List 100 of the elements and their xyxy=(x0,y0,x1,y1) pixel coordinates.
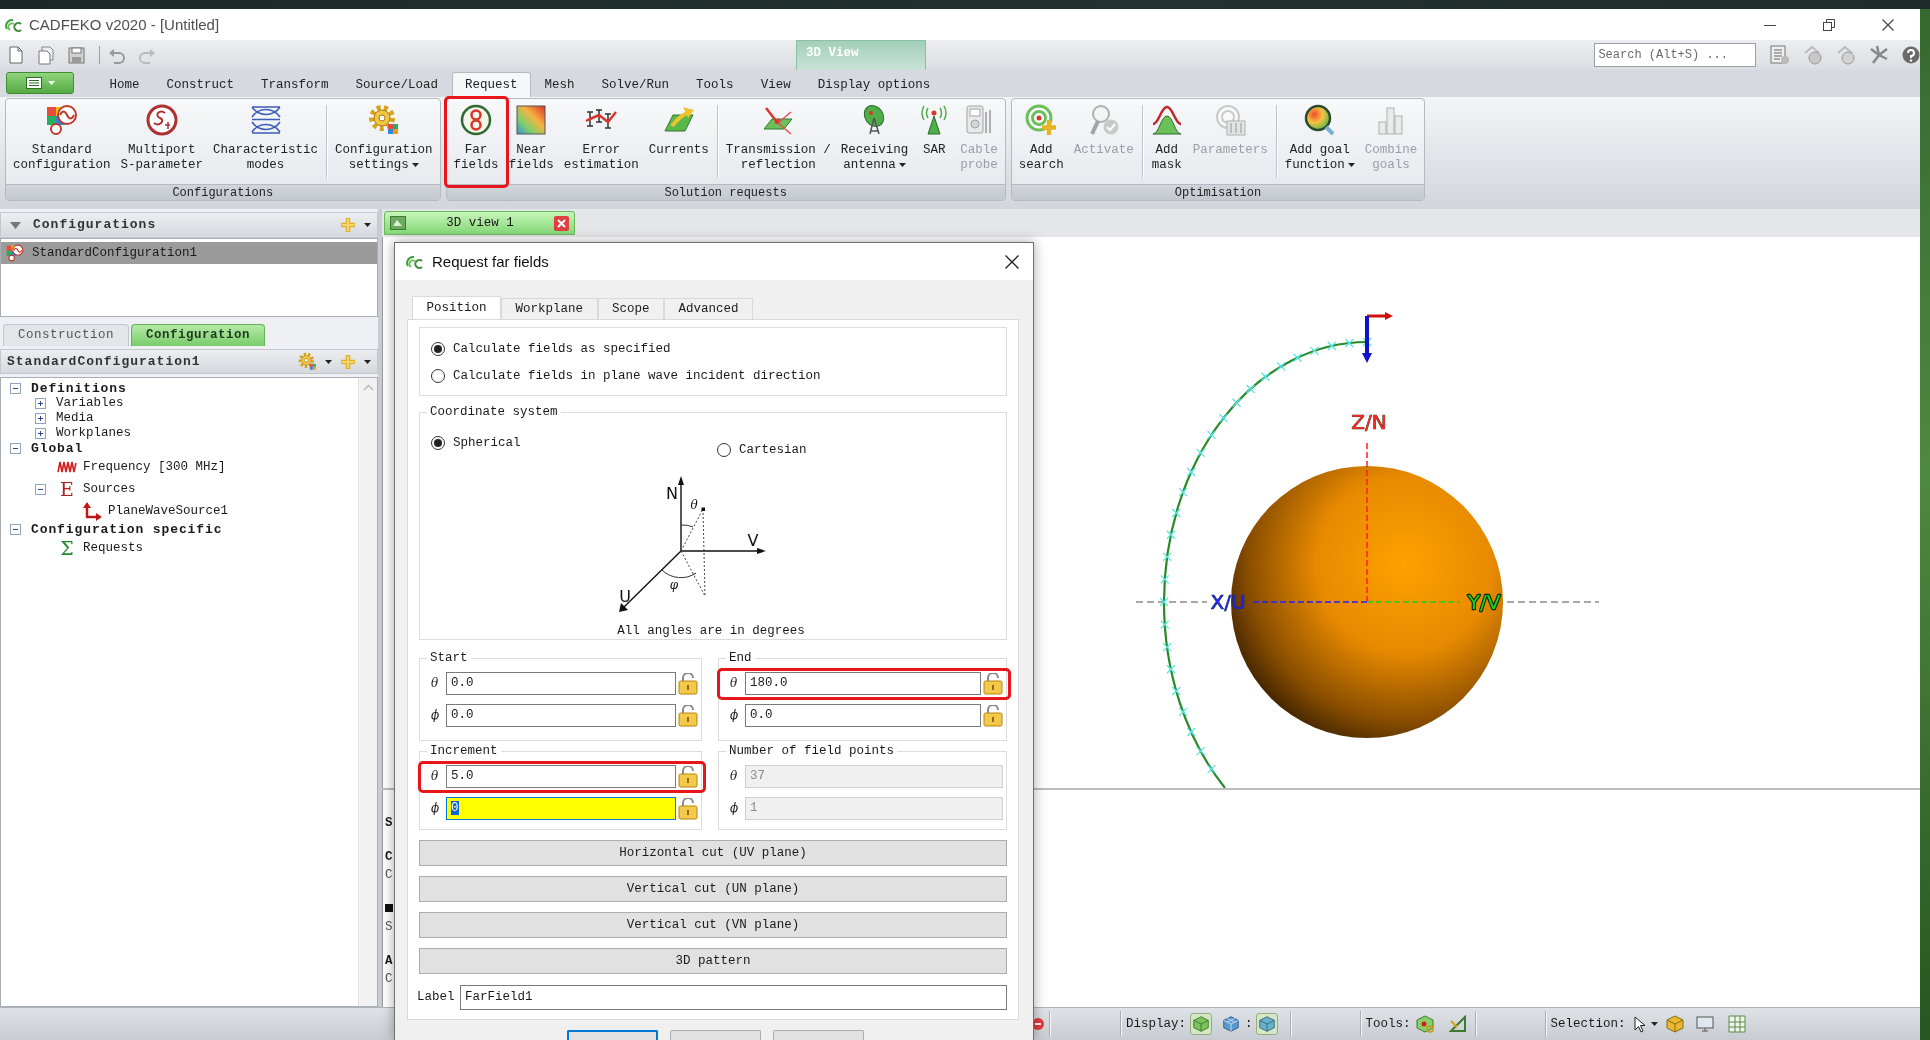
application-menu-button[interactable] xyxy=(6,72,74,94)
input-field[interactable]: FarField1 xyxy=(460,985,1007,1010)
ribbon-tab[interactable]: Request xyxy=(451,72,532,97)
action-button[interactable]: Horizontal cut (UV plane) xyxy=(419,840,1007,866)
tree-item[interactable]: Global xyxy=(31,440,84,457)
panel-tab[interactable]: Construction xyxy=(3,324,129,346)
input-field[interactable]: 180.0 xyxy=(745,672,981,695)
plus-box-icon[interactable] xyxy=(35,413,46,424)
tree-item[interactable]: Frequency [300 MHz] xyxy=(83,459,226,475)
documents-icon[interactable] xyxy=(38,45,54,65)
caret-icon[interactable] xyxy=(1650,1022,1658,1026)
undo-icon[interactable] xyxy=(108,46,125,64)
input-field[interactable]: 0.0 xyxy=(745,704,981,727)
new-document-icon[interactable] xyxy=(8,46,24,64)
caret-icon[interactable] xyxy=(1347,162,1355,167)
tree-item[interactable]: Media xyxy=(56,411,94,426)
gear-icon[interactable] xyxy=(298,352,317,371)
caret-icon[interactable] xyxy=(325,359,332,364)
asterisk-icon[interactable] xyxy=(1869,45,1889,65)
wireframe-cube-icon[interactable] xyxy=(1220,1013,1242,1035)
input-field[interactable]: 0 xyxy=(446,797,676,820)
ribbon-tab[interactable]: Source/Load xyxy=(342,72,452,97)
restore-icon[interactable] xyxy=(1823,18,1835,31)
tree-item[interactable]: Workplanes xyxy=(56,426,131,441)
tab[interactable]: Advanced xyxy=(664,298,754,319)
action-button[interactable]: Vertical cut (UN plane) xyxy=(419,876,1007,902)
close-icon[interactable] xyxy=(1882,18,1894,31)
radio-button[interactable] xyxy=(431,436,445,450)
tree-item[interactable]: Requests xyxy=(83,540,143,556)
panel-tab[interactable]: Configuration xyxy=(131,324,266,346)
ribbon-tab[interactable]: Tools xyxy=(682,72,748,97)
radio-label[interactable]: Calculate fields in plane wave incident direction xyxy=(453,368,821,384)
caret-icon[interactable] xyxy=(364,359,371,364)
caret-icon[interactable] xyxy=(898,162,906,167)
padlock-icon[interactable] xyxy=(983,672,1003,695)
action-button[interactable]: Vertical cut (VN plane) xyxy=(419,912,1007,938)
ribbon-button[interactable]: Configuration settings xyxy=(330,99,438,184)
padlock-icon[interactable] xyxy=(678,704,698,727)
collapse-triangle-icon[interactable] xyxy=(10,221,21,229)
padlock-icon[interactable] xyxy=(678,672,698,695)
list-icon[interactable] xyxy=(25,77,42,89)
minus-box-icon[interactable] xyxy=(10,383,21,394)
plus-box-icon[interactable] xyxy=(35,398,46,409)
ribbon-tab[interactable]: Construct xyxy=(153,72,248,97)
search-field[interactable]: Search (Alt+S) ... xyxy=(1594,43,1756,67)
plus-box-icon[interactable] xyxy=(35,428,46,439)
tab[interactable]: Workplane xyxy=(501,298,598,319)
radio-label[interactable]: Spherical xyxy=(453,435,521,451)
input-field[interactable]: 0.0 xyxy=(446,704,676,727)
monitor-icon[interactable] xyxy=(1695,1015,1714,1033)
input-field[interactable]: 5.0 xyxy=(446,765,676,788)
tree-item[interactable]: Sources xyxy=(83,481,136,497)
dialog-button[interactable] xyxy=(567,1030,658,1040)
tab[interactable]: Scope xyxy=(597,298,665,319)
padlock-icon[interactable] xyxy=(983,704,1003,727)
ribbon-tab[interactable]: Solve/Run xyxy=(588,72,683,97)
radio-button[interactable] xyxy=(431,369,445,383)
ribbon-button[interactable]: Multiport S-parameter xyxy=(115,99,209,184)
cube-icon[interactable] xyxy=(1255,1013,1278,1035)
tab[interactable]: Position xyxy=(412,296,501,319)
scrollbar[interactable] xyxy=(358,378,377,1006)
caret-icon[interactable] xyxy=(411,162,419,167)
radio-label[interactable]: Cartesian xyxy=(739,442,807,458)
minus-box-icon[interactable] xyxy=(10,443,21,454)
ribbon-button[interactable]: Transmission / reflection xyxy=(720,99,836,184)
ribbon-tab[interactable]: Home xyxy=(96,72,153,97)
ribbon-tab[interactable]: View xyxy=(747,72,805,97)
close-icon[interactable] xyxy=(1005,254,1019,269)
padlock-icon[interactable] xyxy=(678,765,698,788)
radio-label[interactable]: Calculate fields as specified xyxy=(453,341,671,357)
cube-icon[interactable] xyxy=(1665,1015,1684,1033)
ribbon-button[interactable]: SAR xyxy=(913,99,956,184)
grid-icon[interactable] xyxy=(1727,1015,1746,1033)
ribbon-button[interactable]: Near fields xyxy=(503,99,559,184)
action-button[interactable]: 3D pattern xyxy=(419,948,1007,974)
ribbon-button[interactable]: Currents xyxy=(643,99,714,184)
ribbon-button[interactable]: Standard configuration xyxy=(8,99,116,184)
tree-item[interactable]: Definitions xyxy=(31,380,127,397)
ribbon-button[interactable]: Characteristic modes xyxy=(208,99,324,184)
radio-button[interactable] xyxy=(717,443,731,457)
input-field[interactable]: 0.0 xyxy=(446,672,676,695)
minus-box-icon[interactable] xyxy=(10,524,21,535)
help-icon[interactable] xyxy=(1902,46,1920,64)
cursor-icon[interactable] xyxy=(1633,1015,1646,1033)
ribbon-button[interactable]: Add goal function xyxy=(1279,99,1360,184)
document-tab[interactable]: 3D view 1 xyxy=(384,211,575,235)
radio-button[interactable] xyxy=(431,342,445,356)
save-icon[interactable] xyxy=(68,46,85,64)
ribbon-tab[interactable]: Transform xyxy=(247,72,343,97)
ribbon-button[interactable]: Receiving antenna xyxy=(835,99,914,184)
tree-item[interactable]: Configuration specific xyxy=(31,521,223,538)
ribbon-button[interactable]: Error estimation xyxy=(558,99,644,184)
ribbon-button[interactable]: Add mask xyxy=(1145,99,1188,184)
ribbon-tab[interactable]: Display options xyxy=(804,72,944,97)
cube-icon[interactable] xyxy=(1190,1013,1212,1035)
caret-icon[interactable] xyxy=(364,223,371,227)
minus-box-icon[interactable] xyxy=(35,483,46,495)
ribbon-tab[interactable]: Mesh xyxy=(531,72,589,97)
tree-item[interactable]: Variables xyxy=(56,396,124,411)
list-item[interactable]: StandardConfiguration1 xyxy=(1,242,377,264)
